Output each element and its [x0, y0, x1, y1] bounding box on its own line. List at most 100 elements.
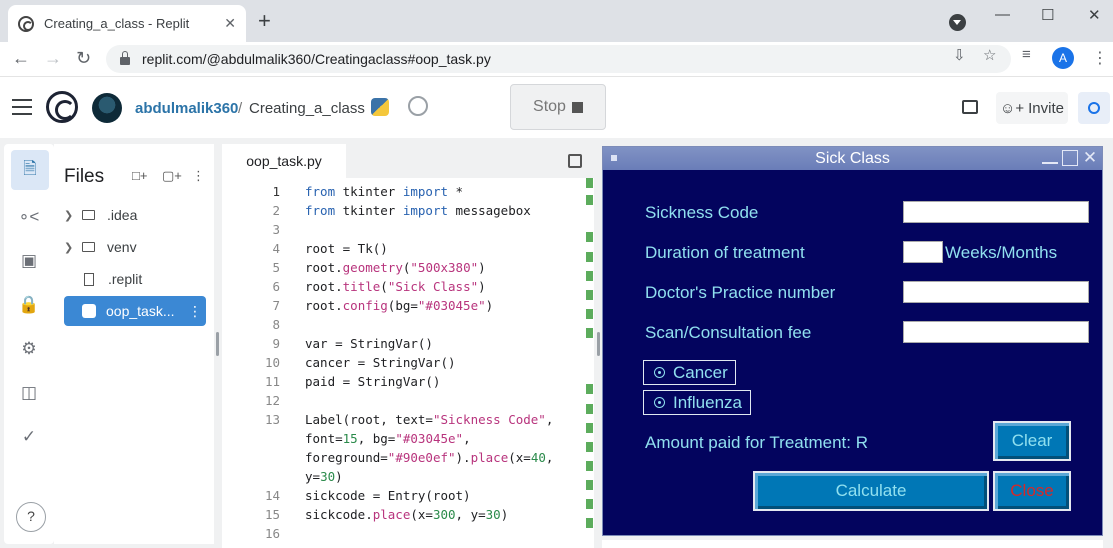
radio-cancer-label: Cancer	[673, 362, 728, 382]
replit-header: abdulmalik360 / Creating_a_class Stop ☺+…	[0, 76, 1113, 138]
fee-label: Scan/Consultation fee	[645, 323, 812, 342]
minimize-button[interactable]: —	[995, 6, 1010, 23]
tk-window-title: Sick Class	[815, 149, 890, 167]
file-tree-label: .idea	[107, 207, 138, 223]
folder-icon	[82, 242, 95, 252]
fee-field[interactable]	[903, 321, 1089, 343]
new-tab-button[interactable]: +	[258, 10, 271, 32]
reload-icon[interactable]: ↻	[76, 48, 91, 69]
tk-maximize-button[interactable]	[1062, 150, 1078, 166]
add-file-icon[interactable]: □+	[132, 168, 147, 183]
file-tree-item-venv[interactable]: ❯ venv	[64, 232, 206, 262]
tab-close-icon[interactable]: ✕	[224, 15, 236, 32]
close-button[interactable]: Close	[993, 471, 1071, 511]
file-tree-label: oop_task...	[106, 303, 175, 319]
panel-resize-handle[interactable]	[216, 332, 219, 356]
tk-window: Sick Class ✕ Sickness Code Duration of t…	[602, 146, 1103, 536]
add-folder-icon[interactable]: ▢+	[162, 168, 182, 184]
user-avatar[interactable]	[92, 93, 122, 123]
duration-label: Duration of treatment	[645, 243, 805, 262]
clear-button[interactable]: Clear	[993, 421, 1071, 461]
stop-button[interactable]: Stop	[510, 84, 606, 130]
breadcrumb-separator: /	[238, 100, 243, 117]
install-app-icon[interactable]: ⇩	[953, 46, 966, 64]
files-menu-icon[interactable]: ⋮	[192, 168, 205, 184]
practice-number-field[interactable]	[903, 281, 1089, 303]
file-tree-item-idea[interactable]: ❯ .idea	[64, 200, 206, 230]
file-tree-item-oop-task[interactable]: oop_task... ⋮	[64, 296, 206, 326]
chevron-right-icon: ❯	[64, 209, 74, 222]
secrets-lock-icon[interactable]: 🔒	[14, 290, 44, 320]
radio-influenza-label: Influenza	[673, 392, 742, 412]
back-arrow-icon[interactable]: ←	[12, 48, 30, 69]
tk-close-icon[interactable]: ✕	[1082, 149, 1098, 166]
bottom-scroll-area	[602, 540, 1103, 548]
format-icon[interactable]	[568, 154, 582, 168]
file-tree-item-replit[interactable]: .replit	[64, 264, 206, 294]
chat-icon[interactable]	[962, 100, 978, 114]
browser-menu-icon[interactable]: ⋮	[1092, 48, 1108, 68]
python-language-icon	[371, 98, 389, 116]
code-editor[interactable]: oop_task.py 1 from tkinter import * 2 from…	[222, 144, 594, 548]
browser-tab-strip: Creating_a_class - Replit ✕ + — ☐ ✕	[0, 0, 1113, 42]
forward-arrow-icon[interactable]: →	[44, 48, 62, 69]
settings-gear-icon[interactable]: ⚙	[14, 334, 44, 364]
files-icon[interactable]: 🗎	[11, 150, 49, 190]
file-menu-icon[interactable]: ⋮	[188, 303, 202, 320]
search-icon	[1088, 102, 1100, 114]
sickness-code-field[interactable]	[903, 201, 1089, 223]
files-title: Files	[64, 166, 105, 187]
reading-list-icon[interactable]: ≡	[1022, 46, 1031, 63]
window-close-button[interactable]: ✕	[1088, 6, 1101, 24]
tab-search-icon[interactable]	[949, 14, 966, 31]
omnibox[interactable]: replit.com/@abdulmalik360/Creatingaclass…	[106, 45, 1011, 73]
files-panel: Files □+ ▢+ ⋮ ❯ .idea ❯ venv .replit oop…	[54, 144, 214, 544]
folder-icon	[82, 210, 95, 220]
url-text: replit.com/@abdulmalik360/Creatingaclass…	[142, 51, 491, 67]
file-tree-label: .replit	[108, 271, 143, 287]
lock-icon[interactable]	[120, 51, 130, 65]
file-tree-label: venv	[107, 239, 137, 255]
sickness-code-label: Sickness Code	[645, 203, 759, 222]
invite-label: Invite	[1028, 99, 1064, 117]
stop-square-icon	[571, 101, 583, 113]
hamburger-menu-icon[interactable]	[12, 99, 32, 120]
address-bar-row: ← → ↻ replit.com/@abdulmalik360/Creating…	[0, 42, 1113, 76]
amount-paid-label: Amount paid for Treatment: R	[645, 433, 868, 452]
version-control-icon[interactable]: ∘<	[14, 202, 44, 232]
replit-logo-icon[interactable]	[46, 91, 78, 123]
radio-indicator-icon	[654, 397, 665, 408]
bookmark-star-icon[interactable]: ☆	[983, 46, 996, 64]
history-icon[interactable]	[408, 96, 428, 116]
code-area[interactable]: 1 from tkinter import * 2 from tkinter imp…	[222, 178, 582, 548]
maximize-button[interactable]: ☐	[1041, 6, 1054, 24]
tk-title-bar[interactable]: Sick Class ✕	[603, 147, 1102, 170]
repl-name[interactable]: Creating_a_class	[249, 100, 365, 117]
username-link[interactable]: abdulmalik360	[135, 100, 238, 117]
browser-tab[interactable]: Creating_a_class - Replit ✕	[8, 5, 246, 42]
radio-influenza[interactable]: Influenza	[643, 390, 751, 415]
replit-favicon-icon	[18, 15, 34, 32]
profile-avatar[interactable]: A	[1052, 47, 1074, 69]
help-button[interactable]: ?	[16, 502, 46, 532]
database-icon[interactable]: ◫	[14, 378, 44, 408]
radio-cancer[interactable]: Cancer	[643, 360, 736, 385]
tab-title: Creating_a_class - Replit	[44, 16, 190, 31]
invite-button[interactable]: ☺+ Invite	[996, 92, 1068, 124]
packages-icon[interactable]: ▣	[14, 246, 44, 276]
add-user-icon: ☺+	[1000, 99, 1025, 117]
radio-indicator-icon	[654, 367, 665, 378]
stop-label: Stop	[533, 98, 566, 115]
calculate-button[interactable]: Calculate	[753, 471, 989, 511]
window-menu-icon[interactable]	[611, 155, 617, 161]
chevron-right-icon: ❯	[64, 241, 74, 254]
file-icon	[84, 272, 94, 286]
tk-minimize-button[interactable]	[1042, 150, 1058, 164]
search-button[interactable]	[1078, 92, 1110, 124]
editor-tab-oop-task[interactable]: oop_task.py	[222, 144, 346, 178]
unit-tests-check-icon[interactable]: ✓	[14, 422, 44, 452]
duration-field[interactable]	[903, 241, 943, 263]
weeks-months-label: Weeks/Months	[945, 243, 1058, 262]
python-file-icon	[82, 304, 96, 318]
editor-resize-handle[interactable]	[597, 332, 600, 356]
